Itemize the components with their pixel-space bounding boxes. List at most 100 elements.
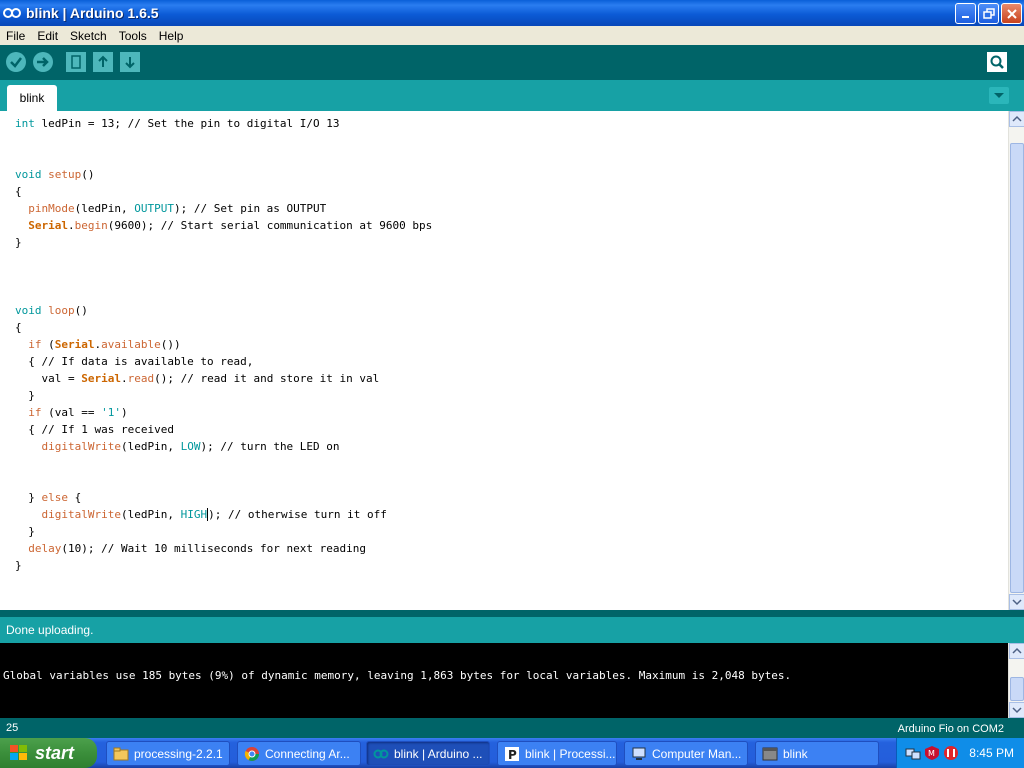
verify-icon[interactable] <box>5 51 27 73</box>
scroll-down-arrow[interactable] <box>1009 702 1024 718</box>
code-line[interactable] <box>15 268 432 285</box>
network-icon[interactable] <box>905 745 921 761</box>
windows-flag-icon <box>10 745 27 760</box>
code-line[interactable]: Serial.begin(9600); // Start serial comm… <box>15 217 432 234</box>
serial-monitor-icon[interactable] <box>986 51 1008 73</box>
open-sketch-icon[interactable] <box>92 51 114 73</box>
taskbar-button[interactable]: processing-2.2.1 <box>106 741 230 766</box>
code-token: digitalWrite <box>41 440 121 453</box>
console-output[interactable]: Global variables use 185 bytes (9%) of d… <box>0 643 1008 718</box>
code-line[interactable] <box>15 251 432 268</box>
taskbar-button-label: blink | Arduino ... <box>394 746 483 761</box>
code-line[interactable]: digitalWrite(ledPin, LOW); // turn the L… <box>15 438 432 455</box>
taskbar-button[interactable]: blink | Arduino ... <box>366 741 490 766</box>
code-line[interactable]: { // If 1 was received <box>15 421 432 438</box>
code-line[interactable]: delay(10); // Wait 10 milliseconds for n… <box>15 540 432 557</box>
code-line[interactable] <box>15 455 432 472</box>
code-line[interactable] <box>15 472 432 489</box>
menu-sketch[interactable]: Sketch <box>64 29 113 43</box>
code-line[interactable]: if (Serial.available()) <box>15 336 432 353</box>
code-editor[interactable]: int ledPin = 13; // Set the pin to digit… <box>0 111 1008 610</box>
taskbar-button[interactable]: Computer Man... <box>624 741 748 766</box>
taskbar-button[interactable]: Pblink | Processi... <box>497 741 617 766</box>
code-line[interactable]: void loop() <box>15 302 432 319</box>
code-token: delay <box>28 542 62 555</box>
code-line[interactable]: if (val == '1') <box>15 404 432 421</box>
code-line[interactable]: int ledPin = 13; // Set the pin to digit… <box>15 115 432 132</box>
code-token: } <box>15 389 35 402</box>
code-line[interactable]: } <box>15 234 432 251</box>
menu-help[interactable]: Help <box>153 29 190 43</box>
taskbar-button[interactable]: Connecting Ar... <box>237 741 361 766</box>
code-line[interactable]: pinMode(ledPin, OUTPUT); // Set pin as O… <box>15 200 432 217</box>
processing-icon: P <box>505 746 519 762</box>
scroll-thumb[interactable] <box>1010 143 1024 593</box>
code-line[interactable]: digitalWrite(ledPin, HIGH); // otherwise… <box>15 506 432 523</box>
taskbar-button-label: blink <box>783 746 808 761</box>
tab-menu-button[interactable] <box>989 87 1009 104</box>
title-bar: blink | Arduino 1.6.5 <box>0 0 1024 26</box>
tab-blink[interactable]: blink <box>7 85 57 111</box>
scroll-up-arrow[interactable] <box>1009 111 1024 127</box>
code-token: () <box>74 304 88 317</box>
code-token: } <box>15 236 22 249</box>
code-line[interactable] <box>15 285 432 302</box>
antivirus-icon[interactable] <box>943 745 959 761</box>
console-scrollbar[interactable] <box>1008 643 1024 718</box>
menu-tools[interactable]: Tools <box>113 29 153 43</box>
folder-icon <box>113 747 129 760</box>
scroll-thumb[interactable] <box>1010 677 1024 701</box>
code-line[interactable] <box>15 149 432 166</box>
code-line[interactable] <box>15 132 432 149</box>
code-line[interactable]: } else { <box>15 489 432 506</box>
minimize-button[interactable] <box>955 3 976 24</box>
code-token: { // If 1 was received <box>15 423 174 436</box>
new-sketch-icon[interactable] <box>65 51 87 73</box>
code-line[interactable]: { // If data is available to read, <box>15 353 432 370</box>
close-button[interactable] <box>1001 3 1022 24</box>
code-token: void <box>15 168 42 181</box>
code-line[interactable]: { <box>15 183 432 200</box>
scroll-down-arrow[interactable] <box>1009 594 1024 610</box>
code-token: . <box>68 219 75 232</box>
clock: 8:45 PM <box>969 746 1014 760</box>
code-token: Serial <box>81 372 121 385</box>
code-line[interactable]: void setup() <box>15 166 432 183</box>
minimize-icon <box>961 15 969 18</box>
security-shield-icon[interactable]: M <box>924 745 940 761</box>
computer-icon <box>632 747 646 760</box>
menu-edit[interactable]: Edit <box>31 29 64 43</box>
board-port-label: Arduino Fio on COM2 <box>897 723 1004 735</box>
scroll-up-arrow[interactable] <box>1009 643 1024 659</box>
code-token: { <box>15 185 22 198</box>
code-token: ) <box>120 406 128 419</box>
restore-icon <box>982 7 995 19</box>
code-line[interactable]: } <box>15 523 432 540</box>
start-button[interactable]: start <box>0 738 97 768</box>
code-token: if <box>28 406 42 419</box>
code-token: pinMode <box>28 202 75 215</box>
taskbar-button-label: Connecting Ar... <box>265 746 350 761</box>
code-line[interactable]: { <box>15 319 432 336</box>
upload-icon[interactable] <box>32 51 54 73</box>
code-token: digitalWrite <box>41 508 121 521</box>
toolbar <box>0 45 1024 80</box>
chevron-down-icon <box>1012 599 1022 606</box>
code-token: ()) <box>160 338 181 351</box>
code-token: (ledPin, <box>120 440 181 453</box>
code-token: () <box>81 168 95 181</box>
divider[interactable] <box>0 610 1024 617</box>
chevron-down-icon <box>1012 707 1022 714</box>
taskbar-button[interactable]: blink <box>755 741 879 766</box>
code-line[interactable]: } <box>15 557 432 574</box>
maximize-button[interactable] <box>978 3 999 24</box>
editor-scrollbar[interactable] <box>1008 111 1024 610</box>
code-text[interactable]: int ledPin = 13; // Set the pin to digit… <box>15 115 432 574</box>
save-sketch-icon[interactable] <box>119 51 141 73</box>
code-token: if <box>28 338 42 351</box>
code-line[interactable]: val = Serial.read(); // read it and stor… <box>15 370 432 387</box>
chevron-up-icon <box>1012 647 1022 654</box>
menu-file[interactable]: File <box>0 29 31 43</box>
code-line[interactable]: } <box>15 387 432 404</box>
